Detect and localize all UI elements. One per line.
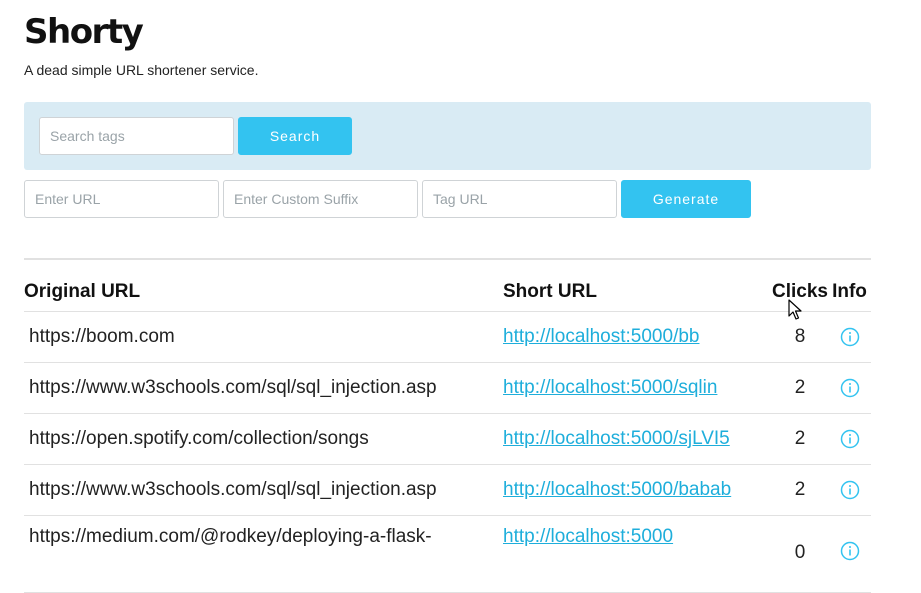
short-url-link[interactable]: http://localhost:5000/babab (503, 479, 731, 500)
enter-url-input[interactable] (24, 180, 219, 218)
table-row: https://open.spotify.com/collection/song… (24, 413, 871, 465)
info-circle-icon[interactable] (840, 327, 860, 347)
table-header-row: Original URL Short URL Clicks Info (24, 273, 871, 312)
table-row: https://www.w3schools.com/sql/sql_inject… (24, 464, 871, 516)
short-url-link[interactable]: http://localhost:5000/bb (503, 326, 699, 347)
section-divider (24, 258, 871, 260)
short-url-link[interactable]: http://localhost:5000/sjLVI5 (503, 428, 730, 449)
search-button[interactable]: Search (238, 117, 352, 155)
custom-suffix-input[interactable] (223, 180, 418, 218)
clicks-count: 2 (772, 362, 828, 414)
table-row: https://www.w3schools.com/sql/sql_inject… (24, 362, 871, 414)
original-url-cell: https://medium.com/@rodkey/deploying-a-f… (24, 515, 503, 593)
column-header-short-url: Short URL (503, 273, 772, 312)
info-circle-icon[interactable] (840, 429, 860, 449)
short-url-link[interactable]: http://localhost:5000/sqlin (503, 377, 717, 398)
search-panel: Search (24, 102, 871, 170)
mouse-pointer-icon (788, 299, 802, 320)
table-row: https://medium.com/@rodkey/deploying-a-f… (24, 515, 871, 593)
info-circle-icon[interactable] (840, 480, 860, 500)
column-header-original-url: Original URL (24, 273, 503, 312)
generate-button[interactable]: Generate (621, 180, 751, 218)
column-header-info: Info (828, 273, 871, 312)
clicks-count: 2 (772, 413, 828, 465)
clicks-count: 0 (772, 515, 828, 593)
table-row: https://boom.com http://localhost:5000/b… (24, 311, 871, 363)
urls-table: Original URL Short URL Clicks Info https… (24, 273, 871, 593)
original-url-cell: https://www.w3schools.com/sql/sql_inject… (24, 362, 503, 414)
original-url-cell: https://www.w3schools.com/sql/sql_inject… (24, 464, 503, 516)
original-url-cell: https://boom.com (24, 311, 503, 363)
info-circle-icon[interactable] (840, 378, 860, 398)
page-subtitle: A dead simple URL shortener service. (24, 62, 259, 78)
page-title: Shorty (24, 12, 144, 52)
info-circle-icon[interactable] (840, 541, 860, 561)
short-url-link[interactable]: http://localhost:5000 (503, 526, 673, 547)
clicks-count: 2 (772, 464, 828, 516)
tag-url-input[interactable] (422, 180, 617, 218)
search-tags-input[interactable] (39, 117, 234, 155)
original-url-cell: https://open.spotify.com/collection/song… (24, 413, 503, 465)
